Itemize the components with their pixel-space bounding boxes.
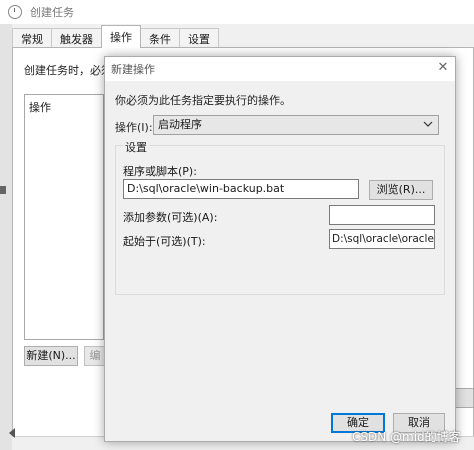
- start-in-label: 起始于(可选)(T):: [123, 235, 206, 248]
- watermark: CSDN @mid的博客: [352, 430, 461, 444]
- list-header: 操作: [29, 101, 51, 114]
- window-title: 创建任务: [30, 6, 74, 19]
- tab-label: 常规: [21, 32, 43, 46]
- action-select[interactable]: 启动程序: [153, 115, 439, 135]
- left-edge-marker: [0, 186, 6, 194]
- start-in-input[interactable]: D:\sql\oracle\oracle文: [329, 229, 435, 249]
- tab-label: 操作: [110, 31, 132, 44]
- arguments-label: 添加参数(可选)(A):: [123, 211, 218, 224]
- arguments-input[interactable]: [329, 205, 435, 225]
- new-action-button[interactable]: 新建(N)...: [24, 346, 78, 366]
- chevron-down-icon: [423, 121, 433, 127]
- tab-label: 触发器: [60, 32, 93, 46]
- tab-label: 设置: [188, 32, 210, 46]
- tab-triggers[interactable]: 触发器: [51, 28, 102, 48]
- dialog-titlebar: 新建操作: [105, 57, 455, 81]
- left-edge-strip: [0, 24, 12, 450]
- close-icon[interactable]: ✕: [435, 60, 451, 76]
- clock-icon: [8, 5, 22, 19]
- tab-label: 条件: [149, 32, 171, 46]
- tab-conditions[interactable]: 条件: [140, 28, 180, 48]
- intro-text: 创建任务时，必须: [24, 64, 112, 77]
- program-input[interactable]: D:\sql\oracle\win-backup.bat: [123, 179, 359, 199]
- tab-general[interactable]: 常规: [12, 28, 52, 48]
- program-label: 程序或脚本(P):: [123, 165, 197, 178]
- tab-strip: 常规 触发器 操作 条件 设置: [12, 25, 219, 48]
- scroll-left-icon[interactable]: [8, 428, 16, 438]
- window-titlebar: 创建任务: [0, 0, 474, 24]
- actions-list[interactable]: 操作: [24, 94, 104, 340]
- edit-action-button[interactable]: 编: [84, 346, 106, 366]
- tab-actions[interactable]: 操作: [101, 25, 141, 48]
- dialog-title: 新建操作: [111, 63, 155, 76]
- tab-settings[interactable]: 设置: [179, 28, 219, 48]
- settings-group-title: 设置: [123, 139, 149, 155]
- new-action-dialog: 新建操作 ✕ 你必须为此任务指定要执行的操作。 操作(I): 启动程序 设置 程…: [104, 56, 456, 442]
- action-label: 操作(I):: [115, 121, 153, 134]
- browse-button[interactable]: 浏览(R)...: [369, 180, 433, 200]
- instruction-text: 你必须为此任务指定要执行的操作。: [115, 94, 291, 107]
- action-select-value: 启动程序: [158, 118, 202, 131]
